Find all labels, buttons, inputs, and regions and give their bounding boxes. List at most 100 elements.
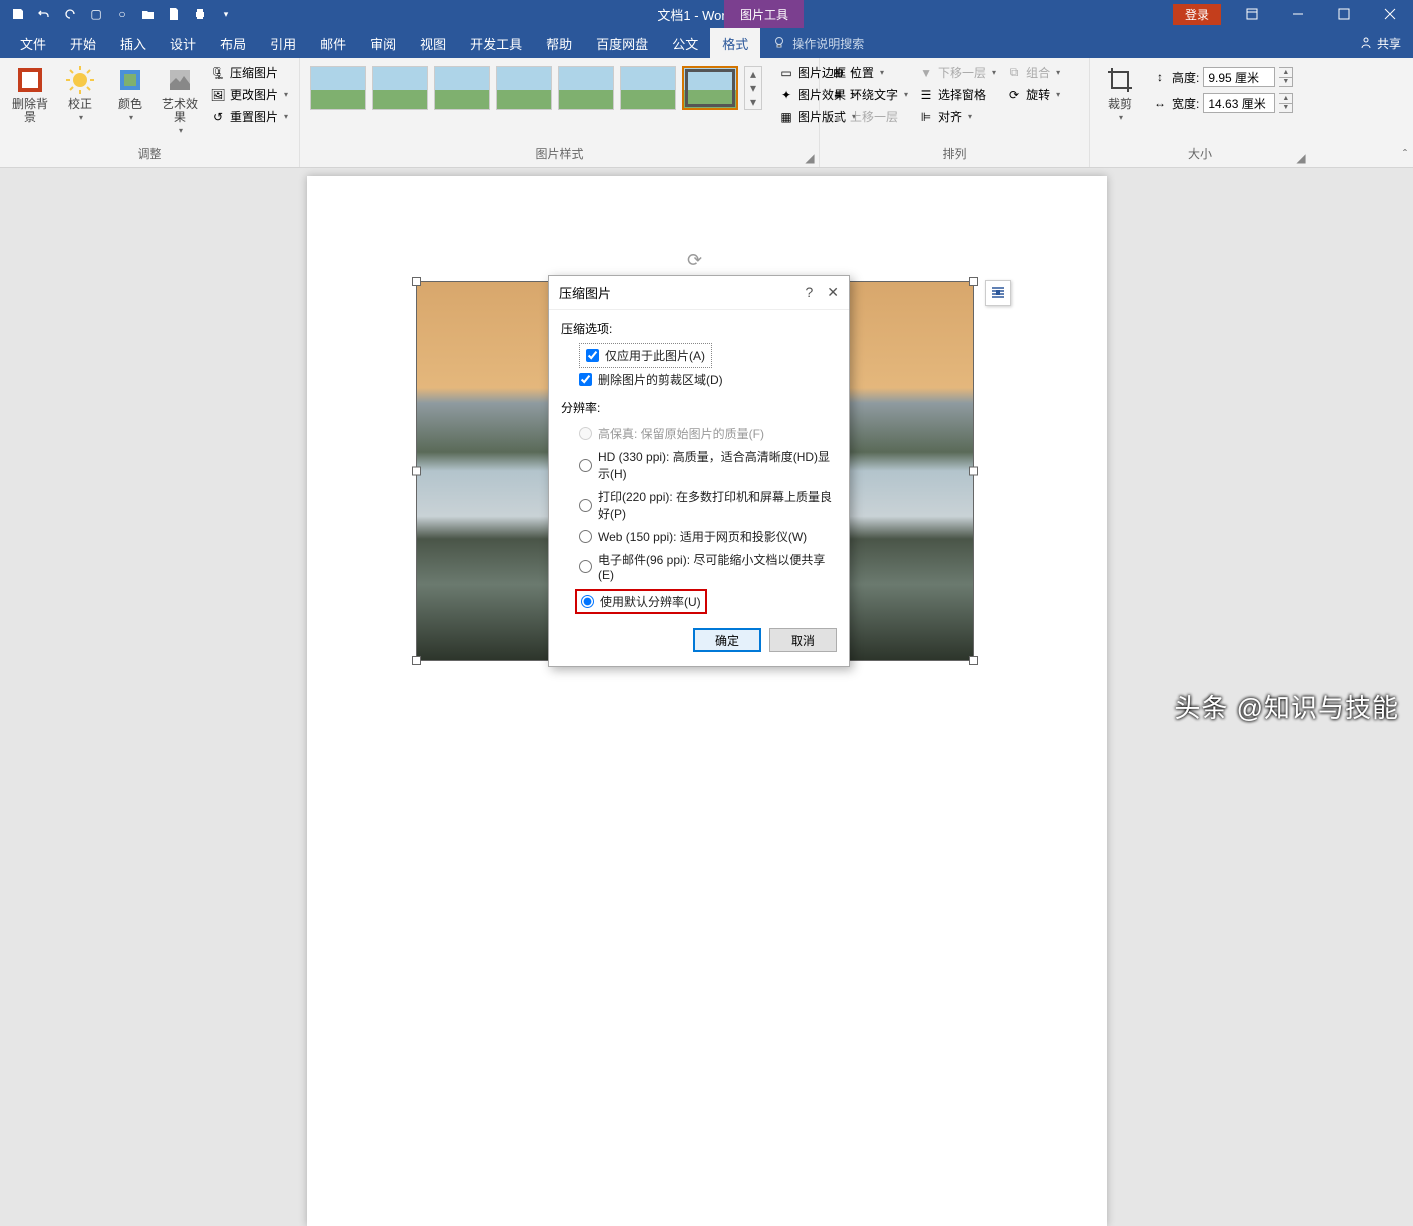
layout-options-button[interactable]	[985, 280, 1011, 306]
dialog-launcher[interactable]: ◢	[803, 151, 817, 165]
ribbon-group-styles: ▴▾▾ ▭图片边框▾ ✦图片效果▾ ▦图片版式▾ 图片样式 ◢	[300, 58, 820, 167]
style-thumb[interactable]	[496, 66, 552, 110]
width-spinner[interactable]: ▲▼	[1279, 93, 1293, 113]
send-backward-button[interactable]: ▼下移一层▾	[914, 62, 1000, 83]
color-icon	[114, 64, 146, 96]
ok-button[interactable]: 确定	[693, 628, 761, 652]
rotate-handle[interactable]: ⟳	[687, 250, 702, 271]
rotate-button[interactable]: ⟳旋转▾	[1002, 84, 1064, 105]
tab-help[interactable]: 帮助	[534, 28, 584, 58]
share-icon	[1359, 36, 1373, 50]
highlighted-option: 使用默认分辨率(U)	[575, 589, 707, 614]
style-thumb[interactable]	[558, 66, 614, 110]
reset-picture-button[interactable]: ↺重置图片▾	[206, 106, 292, 127]
tab-file[interactable]: 文件	[8, 28, 58, 58]
minimize-button[interactable]	[1275, 0, 1321, 28]
tab-home[interactable]: 开始	[58, 28, 108, 58]
style-thumb[interactable]	[310, 66, 366, 110]
qat-button[interactable]: ▢	[84, 2, 108, 26]
resize-handle[interactable]	[969, 277, 978, 286]
qat-button[interactable]: ○	[110, 2, 134, 26]
artistic-effects-button[interactable]: 艺术效果▾	[156, 62, 204, 137]
bring-forward-button[interactable]: ▲上移一层	[826, 106, 912, 127]
group-button[interactable]: ⧉组合▾	[1002, 62, 1064, 83]
tab-design[interactable]: 设计	[158, 28, 208, 58]
artistic-icon	[164, 64, 196, 96]
change-picture-button[interactable]: 🖼更改图片▾	[206, 84, 292, 105]
ribbon: 删除背景 校正▾ 颜色▾ 艺术效果▾ 🗜压缩图片 🖼更改图片▾ ↺重置图片▾ 调…	[0, 58, 1413, 168]
undo-button[interactable]	[32, 2, 56, 26]
resize-handle[interactable]	[969, 467, 978, 476]
tell-me-search[interactable]: 操作说明搜索	[772, 35, 864, 52]
style-thumb-selected[interactable]	[682, 66, 738, 110]
resolution-default-radio[interactable]: 使用默认分辨率(U)	[581, 593, 701, 610]
ribbon-group-arrange: ⊞位置▾ ≡环绕文字▾ ▲上移一层 ▼下移一层▾ ☰选择窗格 ⊫对齐▾ ⧉组合▾…	[820, 58, 1090, 167]
new-button[interactable]	[162, 2, 186, 26]
resize-handle[interactable]	[969, 656, 978, 665]
tab-layout[interactable]: 布局	[208, 28, 258, 58]
wrap-text-button[interactable]: ≡环绕文字▾	[826, 84, 912, 105]
open-button[interactable]	[136, 2, 160, 26]
maximize-button[interactable]	[1321, 0, 1367, 28]
style-thumb[interactable]	[620, 66, 676, 110]
dialog-launcher[interactable]: ◢	[1294, 151, 1308, 165]
help-button[interactable]: ?	[805, 284, 813, 301]
resolution-email-radio[interactable]: 电子邮件(96 ppi): 尽可能缩小文档以便共享(E)	[561, 548, 837, 585]
tab-references[interactable]: 引用	[258, 28, 308, 58]
compress-pictures-dialog: 压缩图片 ? ✕ 压缩选项: 仅应用于此图片(A) 删除图片的剪裁区域(D) 分…	[548, 275, 850, 667]
style-thumb[interactable]	[372, 66, 428, 110]
compress-pictures-button[interactable]: 🗜压缩图片	[206, 62, 292, 83]
align-button[interactable]: ⊫对齐▾	[914, 106, 1000, 127]
share-button[interactable]: 共享	[1359, 35, 1401, 52]
position-button[interactable]: ⊞位置▾	[826, 62, 912, 83]
reset-icon: ↺	[210, 109, 226, 125]
tab-gongwen[interactable]: 公文	[660, 28, 710, 58]
height-input[interactable]	[1203, 67, 1275, 87]
selection-pane-button[interactable]: ☰选择窗格	[914, 84, 1000, 105]
resolution-print-radio[interactable]: 打印(220 ppi): 在多数打印机和屏幕上质量良好(P)	[561, 485, 837, 525]
crop-button[interactable]: 裁剪▾	[1096, 62, 1144, 124]
tab-insert[interactable]: 插入	[108, 28, 158, 58]
tab-developer[interactable]: 开发工具	[458, 28, 534, 58]
tab-review[interactable]: 审阅	[358, 28, 408, 58]
ribbon-tabs: 文件 开始 插入 设计 布局 引用 邮件 审阅 视图 开发工具 帮助 百度网盘 …	[0, 28, 1413, 58]
title-bar: ▢ ○ ▾ 文档1 - Word 图片工具 登录	[0, 0, 1413, 28]
remove-background-button[interactable]: 删除背景	[6, 62, 54, 126]
cancel-button[interactable]: 取消	[769, 628, 837, 652]
width-input[interactable]	[1203, 93, 1275, 113]
resolution-web-radio[interactable]: Web (150 ppi): 适用于网页和投影仪(W)	[561, 525, 837, 548]
contextual-tab-label: 图片工具	[724, 0, 804, 28]
apply-only-checkbox[interactable]: 仅应用于此图片(A)	[579, 343, 712, 368]
redo-button[interactable]	[58, 2, 82, 26]
dialog-titlebar: 压缩图片 ? ✕	[549, 276, 849, 310]
color-button[interactable]: 颜色▾	[106, 62, 154, 124]
resize-handle[interactable]	[412, 656, 421, 665]
login-button[interactable]: 登录	[1173, 4, 1221, 25]
layout-icon: ▦	[778, 109, 794, 125]
height-row: ↕ 高度: ▲▼	[1152, 66, 1293, 88]
qat-more-button[interactable]: ▾	[214, 2, 238, 26]
effects-icon: ✦	[778, 87, 794, 103]
gallery-more-button[interactable]: ▴▾▾	[744, 66, 762, 110]
resize-handle[interactable]	[412, 467, 421, 476]
style-thumb[interactable]	[434, 66, 490, 110]
save-button[interactable]	[6, 2, 30, 26]
close-button[interactable]	[1367, 0, 1413, 28]
close-dialog-button[interactable]: ✕	[827, 284, 839, 301]
compress-icon: 🗜	[210, 65, 226, 81]
resolution-hd-radio[interactable]: HD (330 ppi): 高质量，适合高清晰度(HD)显示(H)	[561, 445, 837, 485]
resize-handle[interactable]	[412, 277, 421, 286]
tab-format[interactable]: 格式	[710, 28, 760, 58]
remove-bg-icon	[14, 64, 46, 96]
delete-cropped-checkbox[interactable]: 删除图片的剪裁区域(D)	[561, 368, 837, 391]
crop-icon	[1104, 64, 1136, 96]
tab-baidu[interactable]: 百度网盘	[584, 28, 660, 58]
collapse-ribbon-button[interactable]: ˆ	[1403, 147, 1407, 161]
picture-styles-gallery[interactable]: ▴▾▾	[306, 62, 766, 114]
height-spinner[interactable]: ▲▼	[1279, 67, 1293, 87]
tab-mailings[interactable]: 邮件	[308, 28, 358, 58]
print-button[interactable]	[188, 2, 212, 26]
tab-view[interactable]: 视图	[408, 28, 458, 58]
ribbon-display-button[interactable]	[1229, 0, 1275, 28]
corrections-button[interactable]: 校正▾	[56, 62, 104, 124]
